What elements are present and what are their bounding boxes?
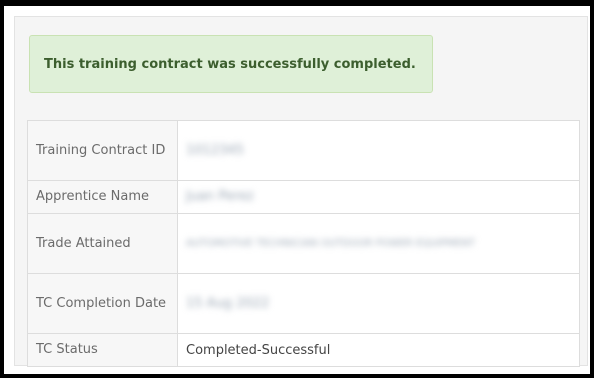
redacted-apprentice-name: Juan Perez — [186, 189, 254, 204]
table-row-apprentice-name: Apprentice Name Juan Perez — [27, 180, 580, 214]
label-apprentice-name: Apprentice Name — [27, 180, 178, 214]
redacted-contract-id: 1012345 — [186, 142, 244, 158]
screenshot-frame: This training contract was successfully … — [0, 0, 594, 378]
value-tc-completion-date: 15 Aug 2022 — [177, 273, 580, 334]
table-row-tc-status: TC Status Completed-Successful — [27, 333, 580, 367]
value-apprentice-name: Juan Perez — [177, 180, 580, 214]
table-row-contract-id: Training Contract ID 1012345 — [27, 120, 580, 181]
success-alert: This training contract was successfully … — [29, 35, 433, 93]
label-training-contract-id: Training Contract ID — [27, 120, 178, 181]
redacted-completion-date: 15 Aug 2022 — [186, 295, 270, 311]
redacted-trade-attained: AUTOMOTIVE TECHNICIAN OUTDOOR POWER EQUI… — [186, 237, 475, 249]
content-panel: This training contract was successfully … — [14, 16, 588, 367]
label-trade-attained: Trade Attained — [27, 213, 178, 274]
label-tc-completion-date: TC Completion Date — [27, 273, 178, 334]
table-row-trade-attained: Trade Attained AUTOMOTIVE TECHNICIAN OUT… — [27, 213, 580, 274]
value-tc-status: Completed-Successful — [177, 333, 580, 367]
training-contract-details-table: Training Contract ID 1012345 Apprentice … — [27, 120, 580, 367]
success-alert-message: This training contract was successfully … — [44, 57, 416, 72]
value-trade-attained: AUTOMOTIVE TECHNICIAN OUTDOOR POWER EQUI… — [177, 213, 580, 274]
label-tc-status: TC Status — [27, 333, 178, 367]
table-row-completion-date: TC Completion Date 15 Aug 2022 — [27, 273, 580, 334]
value-training-contract-id: 1012345 — [177, 120, 580, 181]
